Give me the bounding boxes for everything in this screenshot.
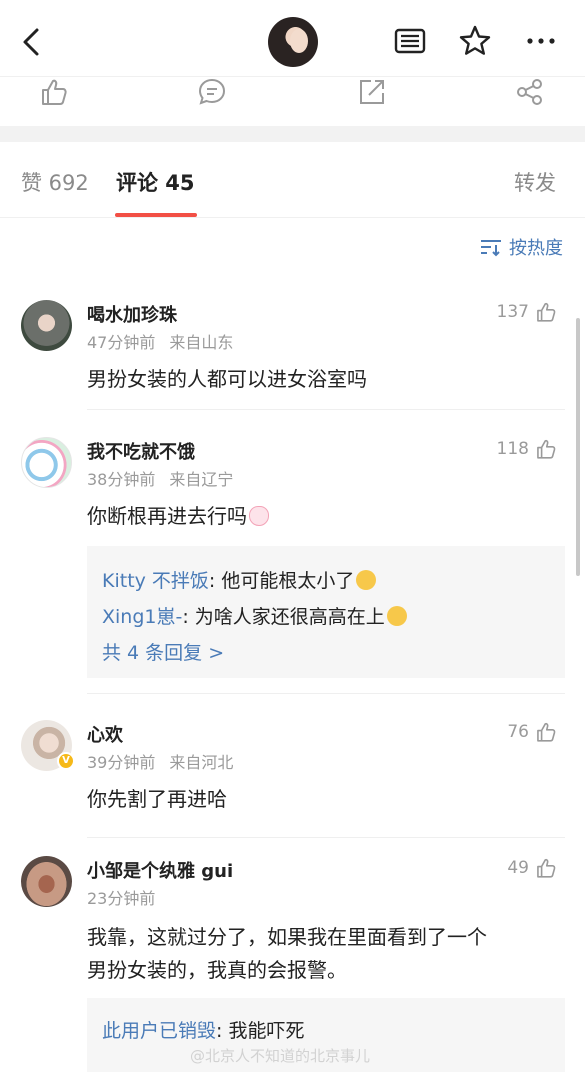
comment-username[interactable]: 心欢 xyxy=(87,721,123,747)
comment-text: 你先割了再进哈 xyxy=(87,787,227,811)
avatar[interactable] xyxy=(21,437,72,488)
reply-text: : 我能吓死 xyxy=(216,1020,305,1042)
post-action-bar xyxy=(0,76,585,126)
reply-username[interactable]: Xing1崽- xyxy=(102,606,182,628)
thumbs-up-icon xyxy=(537,302,556,322)
divider xyxy=(87,693,565,694)
comment-meta: 39分钟前 来自河北 xyxy=(87,749,233,773)
comment-time: 23分钟前 xyxy=(87,889,156,908)
more-replies-link[interactable]: 共 4 条回复 > xyxy=(102,638,224,665)
top-bar xyxy=(0,0,585,76)
reply-text: : 他可能根太小了 xyxy=(208,570,355,592)
star-icon[interactable] xyxy=(458,24,492,58)
comment-time: 47分钟前 xyxy=(87,333,156,352)
thumbs-up-icon xyxy=(537,858,556,878)
article-icon[interactable] xyxy=(393,24,427,58)
comment-tabs: 赞 692 评论 45 转发 xyxy=(0,142,585,218)
comment-meta: 23分钟前 xyxy=(87,885,155,909)
comment-location: 来自山东 xyxy=(169,333,234,352)
thumbs-up-icon[interactable] xyxy=(39,77,69,107)
comment-text: 你断根再进去行吗 xyxy=(87,500,555,533)
comment-location: 来自河北 xyxy=(169,753,234,772)
comment-like-button[interactable]: 49 xyxy=(507,857,557,879)
share-icon[interactable] xyxy=(515,77,545,107)
sort-icon xyxy=(481,240,501,257)
comment-location: 来自辽宁 xyxy=(169,470,234,489)
author-avatar[interactable] xyxy=(268,17,318,67)
comment-like-button[interactable]: 137 xyxy=(497,301,557,323)
crying-emoji-icon xyxy=(356,570,377,590)
comment-meta: 38分钟前 来自辽宁 xyxy=(87,466,233,490)
bunny-emoji-icon xyxy=(249,506,269,526)
thumbs-up-icon xyxy=(537,439,556,459)
section-gap xyxy=(0,126,585,142)
comment-like-button[interactable]: 76 xyxy=(507,721,557,743)
back-arrow-icon[interactable] xyxy=(14,24,50,60)
comment-time: 39分钟前 xyxy=(87,753,156,772)
comment-meta: 47分钟前 来自山东 xyxy=(87,329,233,353)
comment-like-button[interactable]: 118 xyxy=(497,438,557,460)
comment-text: 男扮女装的人都可以进女浴室吗 xyxy=(87,367,367,391)
tab-likes[interactable]: 赞 692 xyxy=(21,167,89,197)
reply-text: : 为啥人家还很高高在上 xyxy=(182,606,385,628)
comment-text-content: 你断根再进去行吗 xyxy=(87,504,247,528)
comment-text: 我靠，这就过分了，如果我在里面看到了一个 男扮女装的，我真的会报警。 xyxy=(87,921,555,987)
more-icon[interactable] xyxy=(524,24,558,58)
tab-comments[interactable]: 评论 45 xyxy=(116,167,195,197)
reply-username[interactable]: 此用户已销毁 xyxy=(102,1020,216,1042)
reply-item[interactable]: 此用户已销毁: 我能吓死 xyxy=(102,1016,304,1043)
reply-item[interactable]: Kitty 不拌饭: 他可能根太小了 xyxy=(102,566,377,593)
comment-username[interactable]: 我不吃就不饿 xyxy=(87,438,195,464)
comment-username[interactable]: 喝水加珍珠 xyxy=(87,301,177,327)
divider xyxy=(87,837,565,838)
scrollbar[interactable] xyxy=(576,318,580,576)
thumbs-up-icon xyxy=(537,722,556,742)
forward-icon[interactable] xyxy=(357,77,387,107)
reply-box[interactable]: Kitty 不拌饭: 他可能根太小了 Xing1崽-: 为啥人家还很高高在上 共… xyxy=(87,546,565,678)
like-count: 76 xyxy=(507,722,529,742)
verified-badge-icon: V xyxy=(57,752,75,770)
sort-label: 按热度 xyxy=(509,238,563,259)
active-tab-indicator xyxy=(115,213,197,217)
comment-text-line: 我靠，这就过分了，如果我在里面看到了一个 xyxy=(87,925,487,949)
like-count: 49 xyxy=(507,858,529,878)
reply-username[interactable]: Kitty 不拌饭 xyxy=(102,570,209,592)
avatar[interactable] xyxy=(21,856,72,907)
tab-repost[interactable]: 转发 xyxy=(514,167,556,197)
reply-item[interactable]: Xing1崽-: 为啥人家还很高高在上 xyxy=(102,602,407,629)
comment-username[interactable]: 小邹是个纨雅 gui xyxy=(87,857,233,883)
like-count: 118 xyxy=(496,439,529,459)
comment-text-line: 男扮女装的，我真的会报警。 xyxy=(87,958,347,982)
sort-button[interactable]: 按热度 xyxy=(479,234,563,260)
like-count: 137 xyxy=(496,302,529,322)
comment-icon[interactable] xyxy=(197,77,227,107)
divider xyxy=(87,409,565,410)
avatar[interactable] xyxy=(21,300,72,351)
comment-time: 38分钟前 xyxy=(87,470,156,489)
watermark: @北京人不知道的北京事儿 xyxy=(190,1047,371,1065)
shocked-emoji-icon xyxy=(386,606,407,626)
